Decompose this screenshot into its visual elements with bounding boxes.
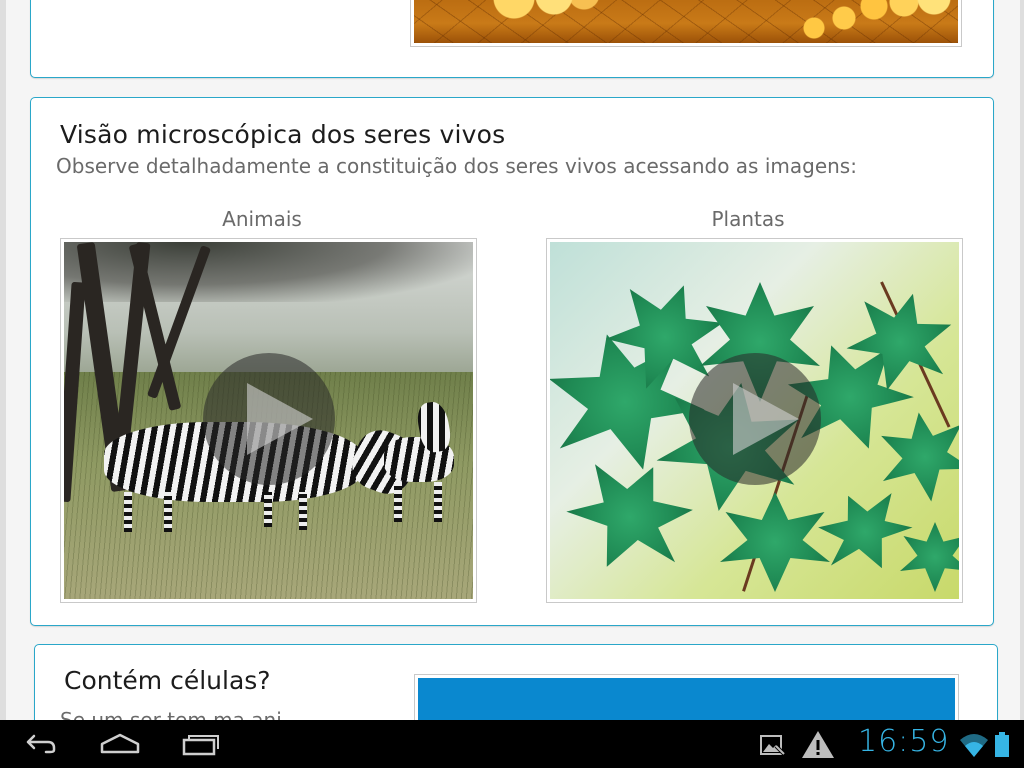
play-icon[interactable] — [203, 353, 335, 485]
plants-video-thumbnail[interactable] — [546, 238, 963, 603]
back-icon[interactable] — [20, 720, 60, 768]
gallery-notification-icon[interactable] — [758, 720, 786, 768]
warning-icon[interactable] — [800, 720, 836, 768]
section-title: Visão microscópica dos seres vivos — [60, 120, 506, 149]
page-left-edge — [0, 0, 6, 720]
battery-icon — [992, 720, 1012, 768]
recent-apps-icon[interactable] — [180, 720, 224, 768]
page-right-edge — [1020, 0, 1024, 720]
previous-section-image — [414, 0, 958, 43]
animals-caption: Animais — [222, 207, 302, 231]
plants-caption: Plantas — [711, 207, 785, 231]
animals-video-thumbnail[interactable] — [60, 238, 477, 603]
contains-cells-title: Contém células? — [64, 666, 271, 695]
play-icon[interactable] — [689, 353, 821, 485]
status-clock: 16:59 — [858, 724, 950, 759]
home-icon[interactable] — [98, 720, 142, 768]
section-subtitle: Observe detalhadamente a constituição do… — [56, 154, 857, 178]
wifi-icon — [958, 720, 990, 768]
previous-section-image-frame[interactable] — [410, 0, 962, 47]
